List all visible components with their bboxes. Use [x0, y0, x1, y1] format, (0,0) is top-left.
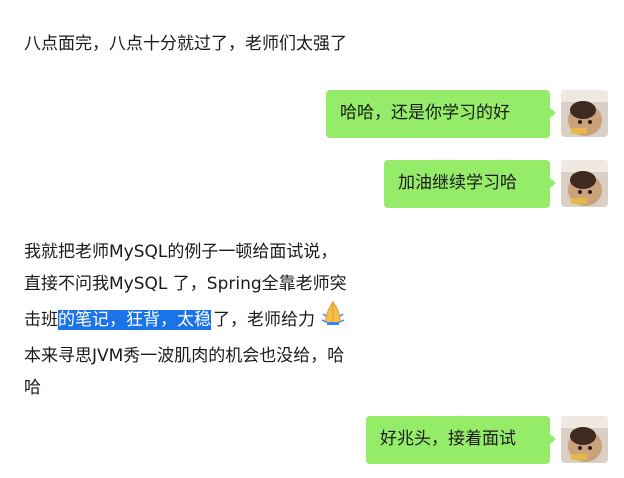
message-text: 了，老师给力: [213, 310, 315, 330]
sent-message-bubble[interactable]: 好兆头，接着面试: [366, 416, 556, 464]
message-line: 我就把老师MySQL的例子一顿给面试说，: [24, 242, 338, 262]
avatar[interactable]: [561, 90, 608, 137]
selected-text[interactable]: 的笔记，狂背，太稳: [58, 310, 211, 330]
message-text: 哈哈，还是你学习的好: [340, 103, 510, 123]
message-line: 哈: [24, 378, 41, 398]
message-text: 加油继续学习哈: [398, 173, 517, 193]
avatar[interactable]: [561, 416, 608, 463]
received-message: 八点面完，八点十分就过了，老师们太强了: [24, 28, 347, 60]
received-message: 我就把老师MySQL的例子一顿给面试说， 直接不问我MySQL 了，Spring…: [24, 236, 404, 404]
message-line: 击班的笔记，狂背，太稳 了，老师给力: [24, 300, 404, 340]
message-line: 直接不问我MySQL 了，Spring全靠老师突: [24, 274, 347, 294]
message-line: 本来寻思JVM秀一波肌肉的机会也没给，哈: [24, 346, 345, 366]
avatar[interactable]: [561, 160, 608, 207]
clap-emoji-icon: [319, 300, 347, 340]
message-text: 八点面完，八点十分就过了，老师们太强了: [24, 34, 347, 54]
message-text: 击班: [24, 310, 58, 330]
sent-message-bubble[interactable]: 加油继续学习哈: [384, 160, 556, 208]
sent-message-bubble[interactable]: 哈哈，还是你学习的好: [326, 90, 556, 138]
message-text: 好兆头，接着面试: [380, 429, 516, 449]
